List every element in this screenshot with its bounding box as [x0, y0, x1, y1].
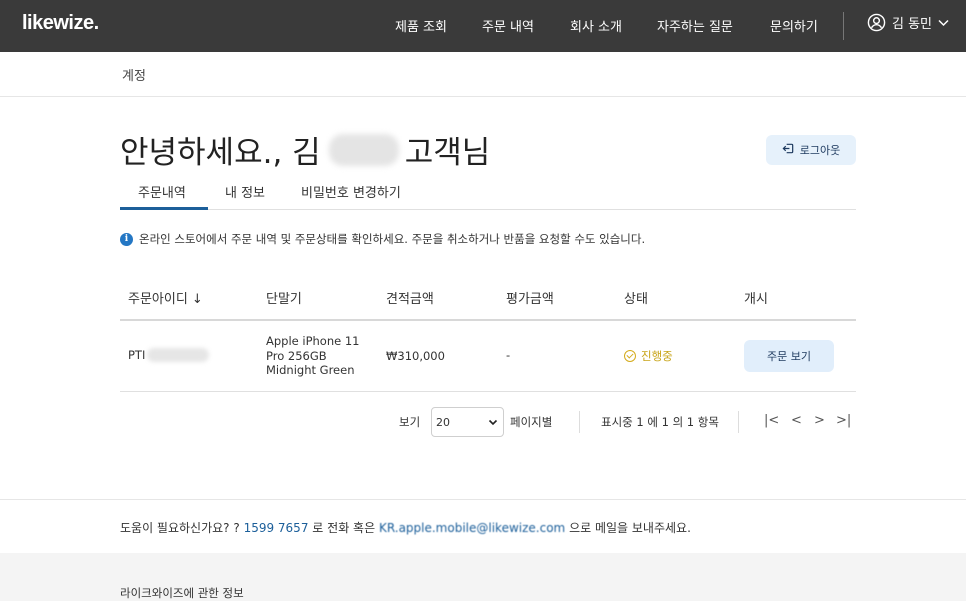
chevron-down-icon — [488, 417, 498, 430]
help-prefix: 도움이 필요하신가요? ? — [120, 521, 240, 535]
chevron-down-icon — [938, 19, 949, 27]
table-row: PTI Apple iPhone 11 Pro 256GB Midnight G… — [120, 322, 856, 392]
greeting-prefix: 안녕하세요., 김 — [120, 135, 321, 171]
first-page-icon: |< — [764, 413, 780, 428]
user-menu[interactable]: 김 동민 — [867, 13, 949, 32]
page-title: 안녕하세요., 김 고객님 — [120, 127, 490, 172]
help-mid: 로 전화 혹은 — [312, 521, 376, 535]
breadcrumb[interactable]: 계정 — [122, 65, 146, 84]
help-text: 도움이 필요하신가요? ? 1599 7657 로 전화 혹은 KR.apple… — [120, 519, 691, 536]
tab-orders[interactable]: 주문내역 — [138, 182, 186, 210]
pagination: 보기 20 페이지별 표시중 1 에 1 의 1 항목 |< < > >| — [0, 407, 966, 437]
page-size-value: 20 — [436, 415, 450, 429]
in-progress-icon — [624, 350, 636, 362]
account-tabs: 주문내역 내 정보 비밀번호 변경하기 — [120, 176, 856, 210]
user-name: 김 동민 — [892, 17, 933, 32]
header-action: 개시 — [744, 292, 768, 307]
per-page-label: 페이지별 — [510, 415, 553, 429]
redacted-order-id — [147, 348, 210, 362]
logout-icon — [782, 142, 795, 158]
first-page-button[interactable]: |< — [764, 413, 779, 428]
breadcrumb-bar: 계정 — [0, 52, 966, 97]
device-name: Apple iPhone 11 Pro 256GB Midnight Green — [266, 334, 360, 377]
help-suffix: 으로 메일을 보내주세요. — [569, 521, 691, 535]
logo[interactable]: likewize. — [22, 12, 99, 35]
tab-change-password[interactable]: 비밀번호 변경하기 — [301, 182, 401, 201]
help-section: 도움이 필요하신가요? ? 1599 7657 로 전화 혹은 KR.apple… — [0, 499, 966, 553]
help-phone-link[interactable]: 1599 7657 — [244, 521, 309, 535]
prev-page-button[interactable]: < — [791, 413, 802, 428]
nav-contact[interactable]: 문의하기 — [770, 16, 818, 35]
nav-about[interactable]: 회사 소개 — [570, 16, 622, 35]
greeting-suffix: 고객님 — [404, 135, 491, 171]
page-size-select[interactable]: 20 — [431, 407, 504, 437]
next-page-button[interactable]: > — [814, 413, 825, 428]
top-nav: likewize. 제품 조회 주문 내역 회사 소개 자주하는 질문 문의하기… — [0, 0, 966, 52]
help-email-link[interactable]: KR.apple.mobile@likewize.com — [379, 521, 565, 535]
tab-my-info[interactable]: 내 정보 — [225, 182, 265, 201]
active-tab-indicator — [120, 207, 208, 210]
footer: 라이크와이즈에 관한 정보 — [0, 553, 966, 601]
status-label: 진행중 — [641, 349, 673, 363]
info-notice: i 온라인 스토어에서 주문 내역 및 주문상태를 확인하세요. 주문을 취소하… — [120, 231, 645, 247]
quote-amount: ₩310,000 — [386, 349, 445, 363]
last-page-button[interactable]: >| — [836, 413, 851, 428]
nav-order-history[interactable]: 주문 내역 — [482, 16, 534, 35]
order-id: PTI — [128, 348, 210, 362]
header-status: 상태 — [624, 292, 648, 307]
info-text: 온라인 스토어에서 주문 내역 및 주문상태를 확인하세요. 주문을 취소하거나… — [139, 232, 646, 246]
header-quote: 견적금액 — [386, 292, 434, 307]
logout-button[interactable]: 로그아웃 — [766, 135, 856, 165]
pager-summary: 표시중 1 에 1 의 1 항목 — [601, 415, 719, 429]
pager-divider — [579, 411, 580, 433]
order-id-prefix: PTI — [128, 348, 146, 362]
nav-divider — [843, 12, 844, 40]
info-icon: i — [120, 232, 133, 246]
view-label: 보기 — [399, 415, 421, 429]
header-order-id[interactable]: 주문아이디 ↓ — [128, 288, 203, 307]
redacted-name — [328, 133, 399, 166]
footer-about-title: 라이크와이즈에 관한 정보 — [120, 586, 244, 600]
view-order-button[interactable]: 주문 보기 — [744, 340, 834, 372]
pager-divider — [738, 411, 739, 433]
nav-faq[interactable]: 자주하는 질문 — [657, 16, 733, 35]
nav-product-search[interactable]: 제품 조회 — [395, 16, 447, 35]
orders-table-header: 주문아이디 ↓ 단말기 견적금액 평가금액 상태 개시 — [120, 280, 856, 321]
header-device: 단말기 — [266, 292, 302, 307]
chevron-left-icon: < — [791, 413, 802, 428]
status-badge: 진행중 — [624, 348, 673, 364]
last-page-icon: >| — [836, 413, 852, 428]
logout-label: 로그아웃 — [799, 144, 841, 157]
evaluated-amount: - — [506, 348, 511, 362]
user-icon — [867, 13, 886, 32]
chevron-right-icon: > — [814, 413, 825, 428]
header-evaluated: 평가금액 — [506, 292, 554, 307]
